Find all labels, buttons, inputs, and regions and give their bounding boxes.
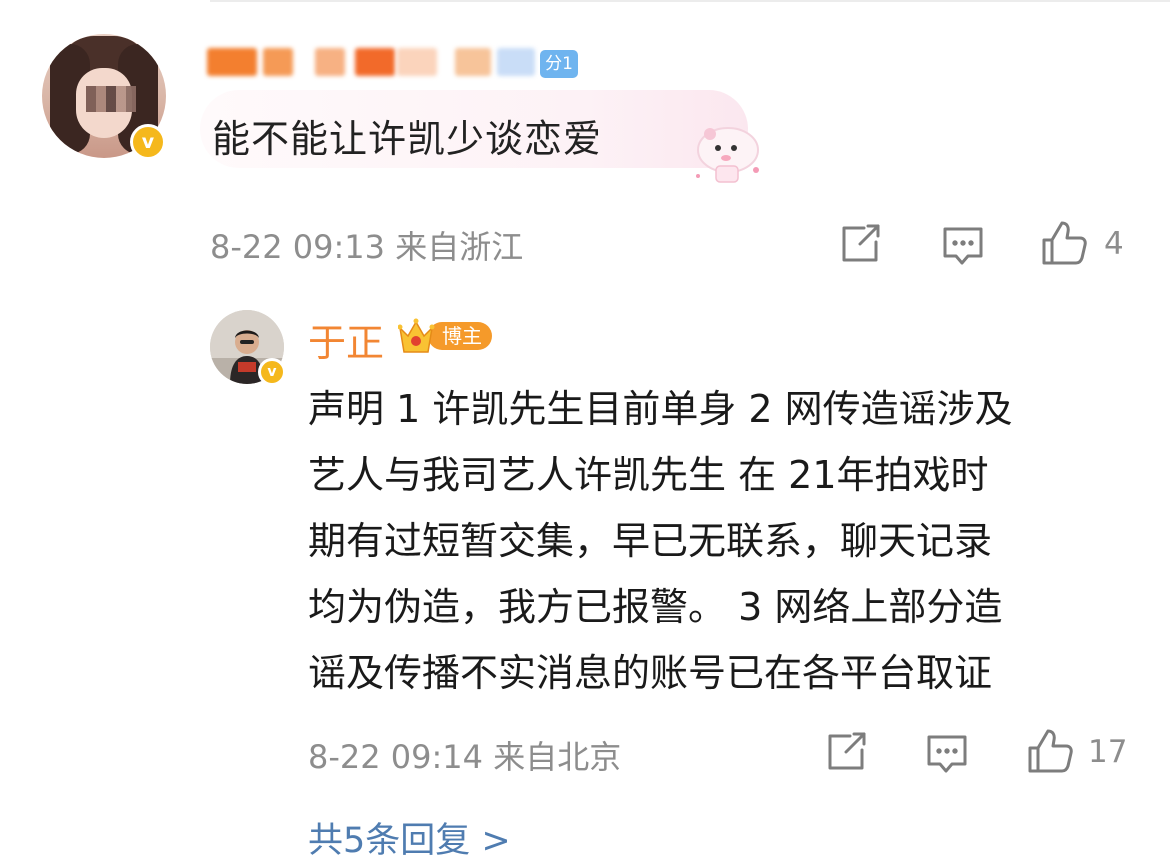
reply-comment-button[interactable]: [926, 734, 968, 774]
reply-author-name[interactable]: 于正: [308, 312, 384, 367]
comment-text: 能不能让许凯少谈恋爱: [212, 117, 603, 161]
reply-location: 来自北京: [493, 738, 622, 776]
comment-location: 来自浙江: [395, 228, 524, 266]
reply-line: 均为伪造，我方已报警。 3 网络上部分造: [308, 585, 1003, 629]
like-button[interactable]: [1040, 220, 1088, 266]
view-more-replies-link[interactable]: 共5条回复 >: [308, 812, 511, 863]
divider: [210, 0, 1170, 2]
reply-line: 声明 1 许凯先生目前单身 2 网传造谣涉及: [308, 387, 1013, 431]
reply-line: 谣及传播不实消息的账号已在各平台取证: [308, 651, 993, 695]
like-icon: [1042, 221, 1087, 265]
share-icon: [828, 732, 866, 770]
reply-like-button[interactable]: [1026, 728, 1074, 774]
comment-icon: [927, 735, 967, 773]
bubble-sticker-icon: [696, 127, 759, 183]
verified-badge: v: [258, 358, 286, 386]
blogger-badge: 博主: [397, 314, 494, 356]
reply-like-count: 17: [1088, 734, 1128, 770]
reply-meta: 8-22 09:14 来自北京: [308, 732, 621, 778]
comment-icon: [943, 227, 983, 265]
comment-button[interactable]: [942, 226, 984, 266]
comment-time: 8-22 09:13: [210, 228, 386, 266]
reply-share-button[interactable]: [826, 732, 868, 772]
comment-meta: 8-22 09:13 来自浙江: [210, 222, 523, 268]
level-badge: 分1: [540, 50, 578, 78]
like-count: 4: [1104, 226, 1124, 262]
commenter-name-blurred[interactable]: [205, 42, 585, 82]
share-button[interactable]: [840, 224, 882, 264]
reply-text: 声明 1 许凯先生目前单身 2 网传造谣涉及 艺人与我司艺人许凯先生 在 21年…: [308, 376, 1128, 706]
like-icon: [1028, 729, 1073, 773]
reply-line: 期有过短暂交集，早已无联系，聊天记录: [308, 519, 993, 563]
verified-badge: v: [130, 124, 166, 160]
reply-line: 艺人与我司艺人许凯先生 在 21年拍戏时: [308, 453, 989, 497]
blogger-badge-label: 博主: [442, 324, 482, 348]
reply-time: 8-22 09:14: [308, 738, 484, 776]
share-icon: [842, 224, 880, 262]
